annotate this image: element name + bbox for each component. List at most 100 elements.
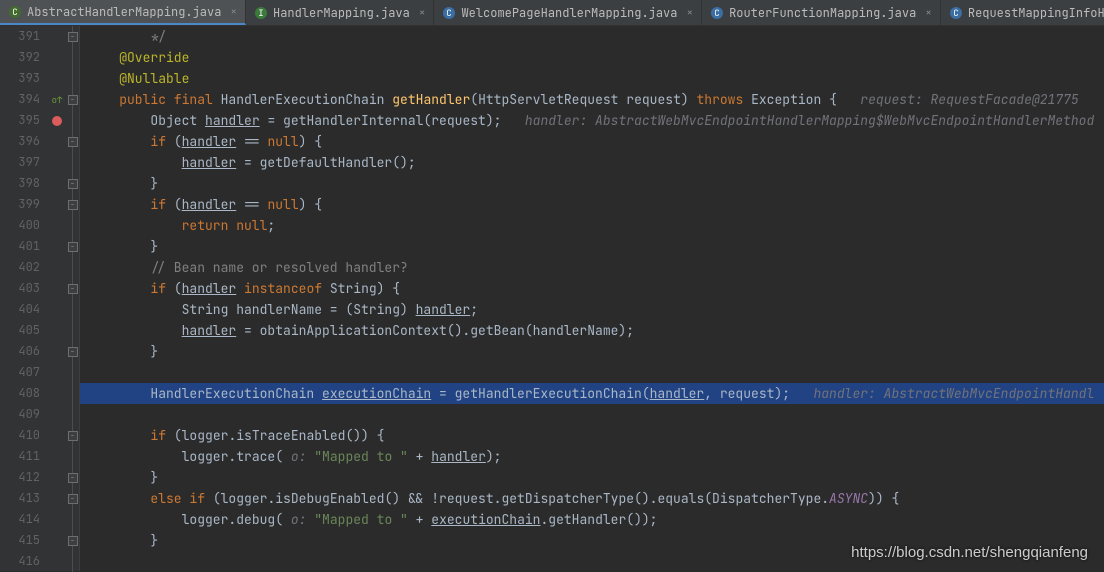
close-icon[interactable]: × — [230, 5, 237, 19]
java-interface-icon: I — [254, 6, 268, 20]
line-number: 396 — [0, 131, 40, 152]
line-number: 403 — [0, 278, 40, 299]
gutter-slot[interactable] — [48, 341, 66, 362]
code-line[interactable]: Object handler = getHandlerInternal(requ… — [80, 110, 1104, 131]
code-line[interactable]: else if (logger.isDebugEnabled() && !req… — [80, 488, 1104, 509]
code-line[interactable]: public final HandlerExecutionChain getHa… — [80, 89, 1104, 110]
code-line[interactable]: String handlerName = (String) handler; — [80, 299, 1104, 320]
gutter-slot[interactable] — [48, 131, 66, 152]
line-number: 416 — [0, 551, 40, 572]
gutter-slot[interactable] — [48, 236, 66, 257]
gutter-slot[interactable] — [48, 383, 66, 404]
line-number: 401 — [0, 236, 40, 257]
tab-routerfunction[interactable]: C RouterFunctionMapping.java × — [702, 0, 941, 25]
gutter-slot[interactable] — [48, 299, 66, 320]
code-line[interactable]: handler = obtainApplicationContext().get… — [80, 320, 1104, 341]
code-line[interactable]: */ — [80, 26, 1104, 47]
line-number: 408 — [0, 383, 40, 404]
line-number: 414 — [0, 509, 40, 530]
tab-handlermapping[interactable]: I HandlerMapping.java × — [246, 0, 434, 25]
line-number: 398 — [0, 173, 40, 194]
editor-tabs: C AbstractHandlerMapping.java × I Handle… — [0, 0, 1104, 26]
code-line[interactable]: @Override — [80, 47, 1104, 68]
code-line[interactable]: if (logger.isTraceEnabled()) { — [80, 425, 1104, 446]
gutter-slot[interactable] — [48, 509, 66, 530]
svg-text:C: C — [714, 7, 719, 19]
code-line[interactable]: // Bean name or resolved handler? — [80, 257, 1104, 278]
gutter-slot[interactable] — [48, 320, 66, 341]
fold-line — [66, 47, 79, 68]
gutter-slot[interactable] — [48, 404, 66, 425]
tab-welcomepage[interactable]: C WelcomePageHandlerMapping.java × — [434, 0, 702, 25]
code-line[interactable] — [80, 362, 1104, 383]
code-line[interactable]: HandlerExecutionChain executionChain = g… — [80, 383, 1104, 404]
gutter-slot[interactable] — [48, 362, 66, 383]
close-icon[interactable]: × — [925, 6, 932, 20]
fold-end-icon[interactable]: − — [68, 473, 78, 483]
gutter-slot[interactable] — [48, 173, 66, 194]
fold-end-icon[interactable]: − — [68, 242, 78, 252]
gutter-slot[interactable] — [48, 446, 66, 467]
fold-line — [66, 110, 79, 131]
fold-line — [66, 152, 79, 173]
close-icon[interactable]: × — [419, 6, 426, 20]
fold-collapse-icon[interactable]: − — [68, 137, 78, 147]
fold-collapse-icon[interactable]: − — [68, 494, 78, 504]
gutter-slot[interactable] — [48, 68, 66, 89]
code-content[interactable]: */ @Override @Nullable public final Hand… — [80, 26, 1104, 571]
code-line[interactable]: } — [80, 467, 1104, 488]
code-line[interactable]: handler = getDefaultHandler(); — [80, 152, 1104, 173]
fold-collapse-icon[interactable]: − — [68, 200, 78, 210]
code-line[interactable] — [80, 404, 1104, 425]
fold-end-icon[interactable]: − — [68, 536, 78, 546]
svg-text:C: C — [953, 7, 958, 19]
gutter-slot[interactable] — [48, 152, 66, 173]
gutter-slot[interactable] — [48, 488, 66, 509]
fold-end-icon[interactable]: − — [68, 179, 78, 189]
fold-line — [66, 509, 79, 530]
gutter-slot[interactable] — [48, 47, 66, 68]
line-number: 393 — [0, 68, 40, 89]
code-line[interactable]: @Nullable — [80, 68, 1104, 89]
code-line[interactable]: if (handler == null) { — [80, 131, 1104, 152]
fold-collapse-icon[interactable]: − — [68, 284, 78, 294]
fold-end-icon[interactable]: − — [68, 32, 78, 42]
tab-label: WelcomePageHandlerMapping.java — [461, 5, 677, 21]
override-marker-icon[interactable]: o↑ — [48, 89, 66, 110]
gutter-slot[interactable] — [48, 257, 66, 278]
gutter-slot[interactable] — [48, 551, 66, 572]
code-line[interactable]: } — [80, 341, 1104, 362]
fold-collapse-icon[interactable]: − — [68, 95, 78, 105]
line-number: 411 — [0, 446, 40, 467]
code-line[interactable]: logger.trace( o: "Mapped to " + handler)… — [80, 446, 1104, 467]
fold-line: − — [66, 173, 79, 194]
gutter-slot[interactable] — [48, 194, 66, 215]
line-number-gutter: 3913923933943953963973983994004014024034… — [0, 26, 48, 571]
code-line[interactable]: return null; — [80, 215, 1104, 236]
fold-collapse-icon[interactable]: − — [68, 431, 78, 441]
gutter-slot[interactable] — [48, 26, 66, 47]
java-class-icon: C — [710, 6, 724, 20]
gutter-slot[interactable] — [48, 215, 66, 236]
tab-label: HandlerMapping.java — [273, 5, 410, 21]
fold-line — [66, 551, 79, 572]
code-line[interactable]: logger.debug( o: "Mapped to " + executio… — [80, 509, 1104, 530]
gutter-slot[interactable] — [48, 530, 66, 551]
tab-requestmappinginfo[interactable]: C RequestMappingInfoHandlerMapping.java … — [941, 0, 1104, 25]
line-number: 402 — [0, 257, 40, 278]
fold-line: − — [66, 278, 79, 299]
code-line[interactable]: } — [80, 236, 1104, 257]
tab-abstracthandlermapping[interactable]: C AbstractHandlerMapping.java × — [0, 0, 246, 25]
breakpoint-icon[interactable] — [48, 110, 66, 131]
fold-line: − — [66, 89, 79, 110]
close-icon[interactable]: × — [686, 6, 693, 20]
code-line[interactable]: if (handler == null) { — [80, 194, 1104, 215]
code-line[interactable]: } — [80, 173, 1104, 194]
gutter-slot[interactable] — [48, 467, 66, 488]
svg-text:I: I — [258, 7, 263, 19]
gutter-slot[interactable] — [48, 425, 66, 446]
fold-end-icon[interactable]: − — [68, 347, 78, 357]
line-number: 394 — [0, 89, 40, 110]
code-line[interactable]: if (handler instanceof String) { — [80, 278, 1104, 299]
gutter-slot[interactable] — [48, 278, 66, 299]
